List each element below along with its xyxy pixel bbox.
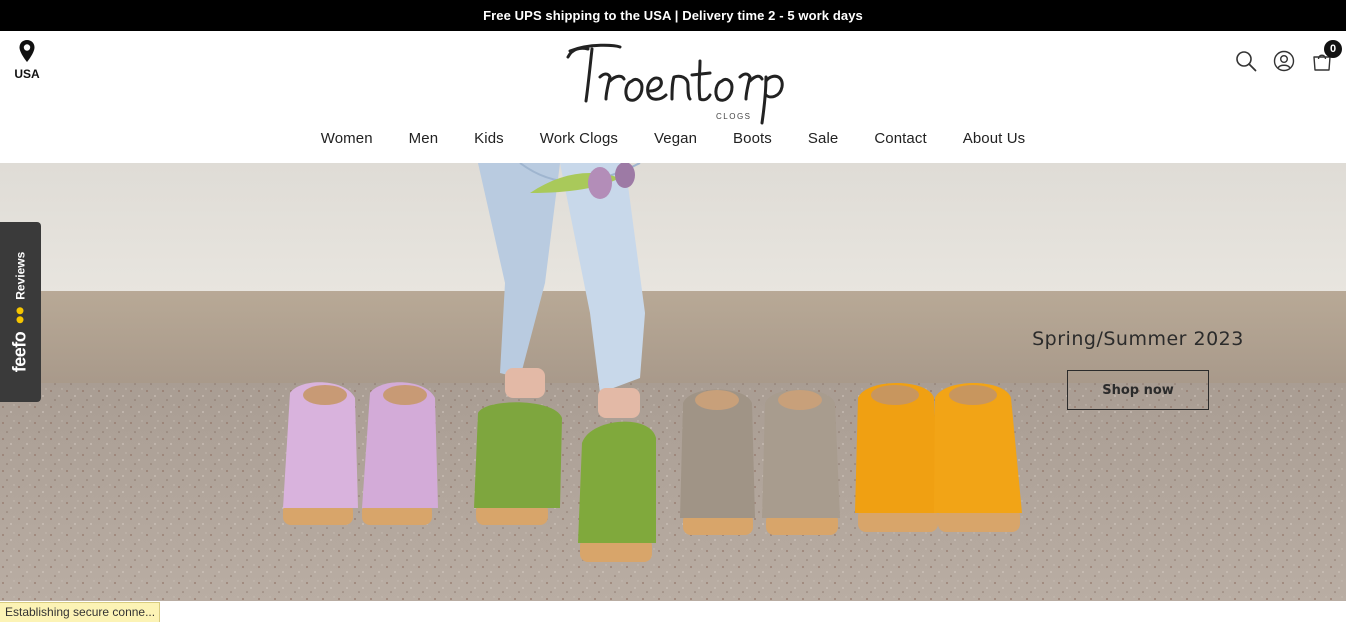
cart-count-badge: 0 [1324, 40, 1342, 58]
feefo-logo: feefo [9, 331, 30, 373]
header-tools: 0 [1234, 40, 1342, 73]
cart-button[interactable]: 0 [1310, 40, 1342, 73]
user-icon [1273, 50, 1295, 72]
clog-pair-orange [855, 383, 1022, 532]
search-icon [1236, 51, 1257, 72]
nav-item-contact[interactable]: Contact [874, 125, 926, 153]
nav-item-men[interactable]: Men [409, 125, 438, 153]
shop-now-button[interactable]: Shop now [1067, 370, 1209, 410]
site-header: USA CLOGS 0 Women Men Kids Work Clogs Ve… [0, 31, 1346, 163]
feefo-reviews-tab[interactable]: feefo Reviews [0, 222, 41, 402]
nav-item-work-clogs[interactable]: Work Clogs [540, 125, 618, 153]
map-pin-icon [19, 40, 35, 62]
announcement-text: Free UPS shipping to the USA | Delivery … [483, 8, 863, 23]
account-button[interactable] [1272, 49, 1296, 73]
nav-item-kids[interactable]: Kids [474, 125, 504, 153]
nav-item-sale[interactable]: Sale [808, 125, 838, 153]
browser-status-text: Establishing secure conne... [5, 605, 156, 619]
hero-title: Spring/Summer 2023 [1032, 328, 1244, 350]
nav-item-about-us[interactable]: About Us [963, 125, 1026, 153]
nav-item-vegan[interactable]: Vegan [654, 125, 697, 153]
country-label: USA [14, 67, 40, 81]
main-navigation: Women Men Kids Work Clogs Vegan Boots Sa… [0, 125, 1346, 153]
browser-status-bar: Establishing secure conne... [0, 602, 160, 622]
nav-item-women[interactable]: Women [321, 125, 373, 153]
svg-text:CLOGS: CLOGS [716, 112, 752, 121]
brand-logo[interactable]: CLOGS [560, 37, 790, 127]
country-selector[interactable]: USA [12, 39, 42, 81]
hero-banner[interactable]: Spring/Summer 2023 Shop now [0, 163, 1346, 601]
feefo-dots-icon [16, 307, 24, 324]
hero-caption: Spring/Summer 2023 Shop now [1015, 163, 1261, 601]
feefo-reviews-label: Reviews [13, 251, 27, 300]
search-button[interactable] [1234, 49, 1258, 73]
nav-item-boots[interactable]: Boots [733, 125, 772, 153]
announcement-bar: Free UPS shipping to the USA | Delivery … [0, 0, 1346, 31]
